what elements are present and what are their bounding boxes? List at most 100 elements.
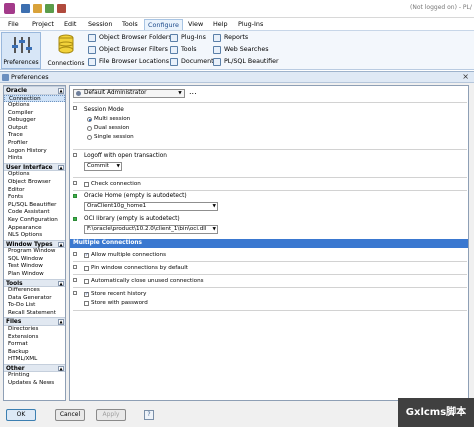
oracle-home-section: Oracle Home (empty is autodetect) OraCli…: [73, 190, 467, 214]
collapse-icon[interactable]: ▲: [58, 319, 64, 325]
store-password-checkbox[interactable]: Store with password: [84, 300, 148, 307]
oci-library-label: OCI library (empty is autodetect): [84, 216, 180, 222]
title-bar: (Not logged on) - PL/: [0, 0, 474, 18]
connections-button[interactable]: Connections: [46, 32, 86, 69]
logoff-select[interactable]: Commit ▼: [84, 162, 122, 171]
tree-item[interactable]: Trace: [4, 132, 65, 140]
radio-multi-session[interactable]: Multi session: [87, 116, 130, 123]
tree-item[interactable]: Output: [4, 125, 65, 133]
oracle-home-select[interactable]: OraClient10g_home1 ▼: [84, 202, 218, 211]
allow-multiple-checkbox[interactable]: ✓ Allow multiple connections: [84, 252, 166, 259]
menu-tab-help[interactable]: Help: [210, 19, 231, 30]
tree-item[interactable]: Profiler: [4, 140, 65, 148]
documents-button[interactable]: Documents: [170, 57, 217, 67]
reports-button[interactable]: Reports: [213, 33, 248, 43]
cancel-button[interactable]: Cancel: [55, 409, 85, 421]
tree-item[interactable]: Backup: [4, 349, 65, 357]
open-icon[interactable]: [33, 4, 42, 13]
tree-item[interactable]: Differences: [4, 287, 65, 295]
tree-item[interactable]: Program Window: [4, 248, 65, 256]
web-searches-button[interactable]: Web Searches: [213, 45, 269, 55]
tree-item[interactable]: Object Browser: [4, 179, 65, 187]
menu-tab-plugins[interactable]: Plug-Ins: [235, 19, 266, 30]
menu-tab-view[interactable]: View: [185, 19, 206, 30]
ok-button[interactable]: OK: [6, 409, 36, 421]
collapse-icon[interactable]: ▲: [58, 241, 64, 248]
plugins-button[interactable]: Plug-Ins: [170, 33, 206, 43]
tree-item[interactable]: Test Window: [4, 263, 65, 271]
radio-single-session[interactable]: Single session: [87, 134, 134, 141]
menu-tab-project[interactable]: Project: [29, 19, 57, 30]
tree-item[interactable]: Debugger: [4, 117, 65, 125]
tree-item[interactable]: Connection: [4, 94, 65, 103]
object-browser-filters-button[interactable]: Object Browser Filters: [88, 45, 168, 55]
tree-item[interactable]: Logon History: [4, 148, 65, 156]
tree-item[interactable]: Options: [4, 102, 65, 110]
tree-item[interactable]: Key Configuration: [4, 217, 65, 225]
menu-tab-file[interactable]: File: [5, 19, 22, 30]
radio-dual-session[interactable]: Dual session: [87, 125, 129, 132]
apply-button[interactable]: Apply: [96, 409, 126, 421]
tree-item[interactable]: Extensions: [4, 334, 65, 342]
auto-close-section: Automatically close unused connections: [73, 274, 467, 287]
tree-item[interactable]: Format: [4, 341, 65, 349]
store-history-checkbox[interactable]: ✓ Store recent history: [84, 291, 146, 298]
tree-category[interactable]: Window Types ▲: [4, 239, 65, 249]
collapse-icon[interactable]: ▲: [58, 88, 64, 94]
tree-item[interactable]: To-Do List: [4, 302, 65, 310]
tree-item[interactable]: Plan Window: [4, 271, 65, 279]
menu-tab-configure[interactable]: Configure: [144, 19, 183, 30]
section-indicator: [73, 153, 77, 157]
pin-window-checkbox[interactable]: Pin window connections by default: [84, 265, 188, 272]
help-icon[interactable]: ?: [144, 410, 154, 420]
tree-category[interactable]: Tools ▲: [4, 278, 65, 288]
tree-item[interactable]: Data Generator: [4, 295, 65, 303]
object-browser-folders-button[interactable]: Object Browser Folders: [88, 33, 172, 43]
file-browser-locations-button[interactable]: File Browser Locations: [88, 57, 169, 67]
collapse-icon[interactable]: ▲: [58, 280, 64, 287]
collapse-icon[interactable]: ▲: [58, 365, 64, 372]
tree-item[interactable]: NLS Options: [4, 232, 65, 240]
tree-category[interactable]: Files ▲: [4, 317, 65, 326]
save-icon[interactable]: [21, 4, 30, 13]
check-connection-checkbox[interactable]: Check connection: [84, 181, 141, 188]
tree-category-label: Files: [6, 319, 22, 326]
plsql-beautifier-button[interactable]: PL/SQL Beautifier: [213, 57, 279, 67]
tree-item[interactable]: Fonts: [4, 194, 65, 202]
ribbon: Preferences Connections Object Browser F…: [0, 30, 474, 70]
multiple-connections-header: Multiple Connections: [70, 239, 468, 248]
tree-item[interactable]: PL/SQL Beautifier: [4, 202, 65, 210]
tree-item[interactable]: HTML/XML: [4, 356, 65, 364]
tree-item[interactable]: Compiler: [4, 110, 65, 118]
chevron-down-icon: ▼: [212, 227, 216, 232]
close-icon[interactable]: ×: [462, 72, 469, 82]
tree-category[interactable]: Oracle ▲: [4, 86, 65, 95]
menu-bar: File Project Edit Session Tools Configur…: [0, 18, 474, 30]
tree-category[interactable]: User Interface ▲: [4, 162, 65, 172]
collapse-icon[interactable]: ▲: [58, 164, 64, 171]
tree-item[interactable]: Appearance: [4, 225, 65, 233]
profile-more-button[interactable]: ...: [189, 88, 197, 96]
globe-icon: [213, 46, 221, 54]
tree-item[interactable]: Recall Statement: [4, 310, 65, 318]
execute-icon[interactable]: [45, 4, 54, 13]
tree-item[interactable]: Directories: [4, 326, 65, 334]
stop-icon[interactable]: [57, 4, 66, 13]
tree-item[interactable]: Editor: [4, 187, 65, 195]
tree-item[interactable]: Updates & News: [4, 380, 65, 388]
auto-close-checkbox[interactable]: Automatically close unused connections: [84, 278, 204, 285]
menu-tab-session[interactable]: Session: [85, 19, 115, 30]
preferences-button[interactable]: Preferences: [1, 32, 41, 69]
tree-item[interactable]: SQL Window: [4, 256, 65, 264]
profile-select[interactable]: Default Administrator ▼: [73, 89, 185, 98]
tools-button[interactable]: Tools: [170, 45, 197, 55]
menu-tab-tools[interactable]: Tools: [119, 19, 141, 30]
oci-library-select[interactable]: F:\oracle\product\10.2.0\client_1\bin\oc…: [84, 225, 218, 234]
menu-tab-edit[interactable]: Edit: [61, 19, 79, 30]
tree-item[interactable]: Options: [4, 171, 65, 179]
tree-item[interactable]: Printing: [4, 372, 65, 380]
tree-category[interactable]: Other ▲: [4, 363, 65, 373]
tree-item[interactable]: Code Assistant: [4, 209, 65, 217]
section-indicator: [73, 252, 77, 256]
tree-item[interactable]: Hints: [4, 155, 65, 163]
